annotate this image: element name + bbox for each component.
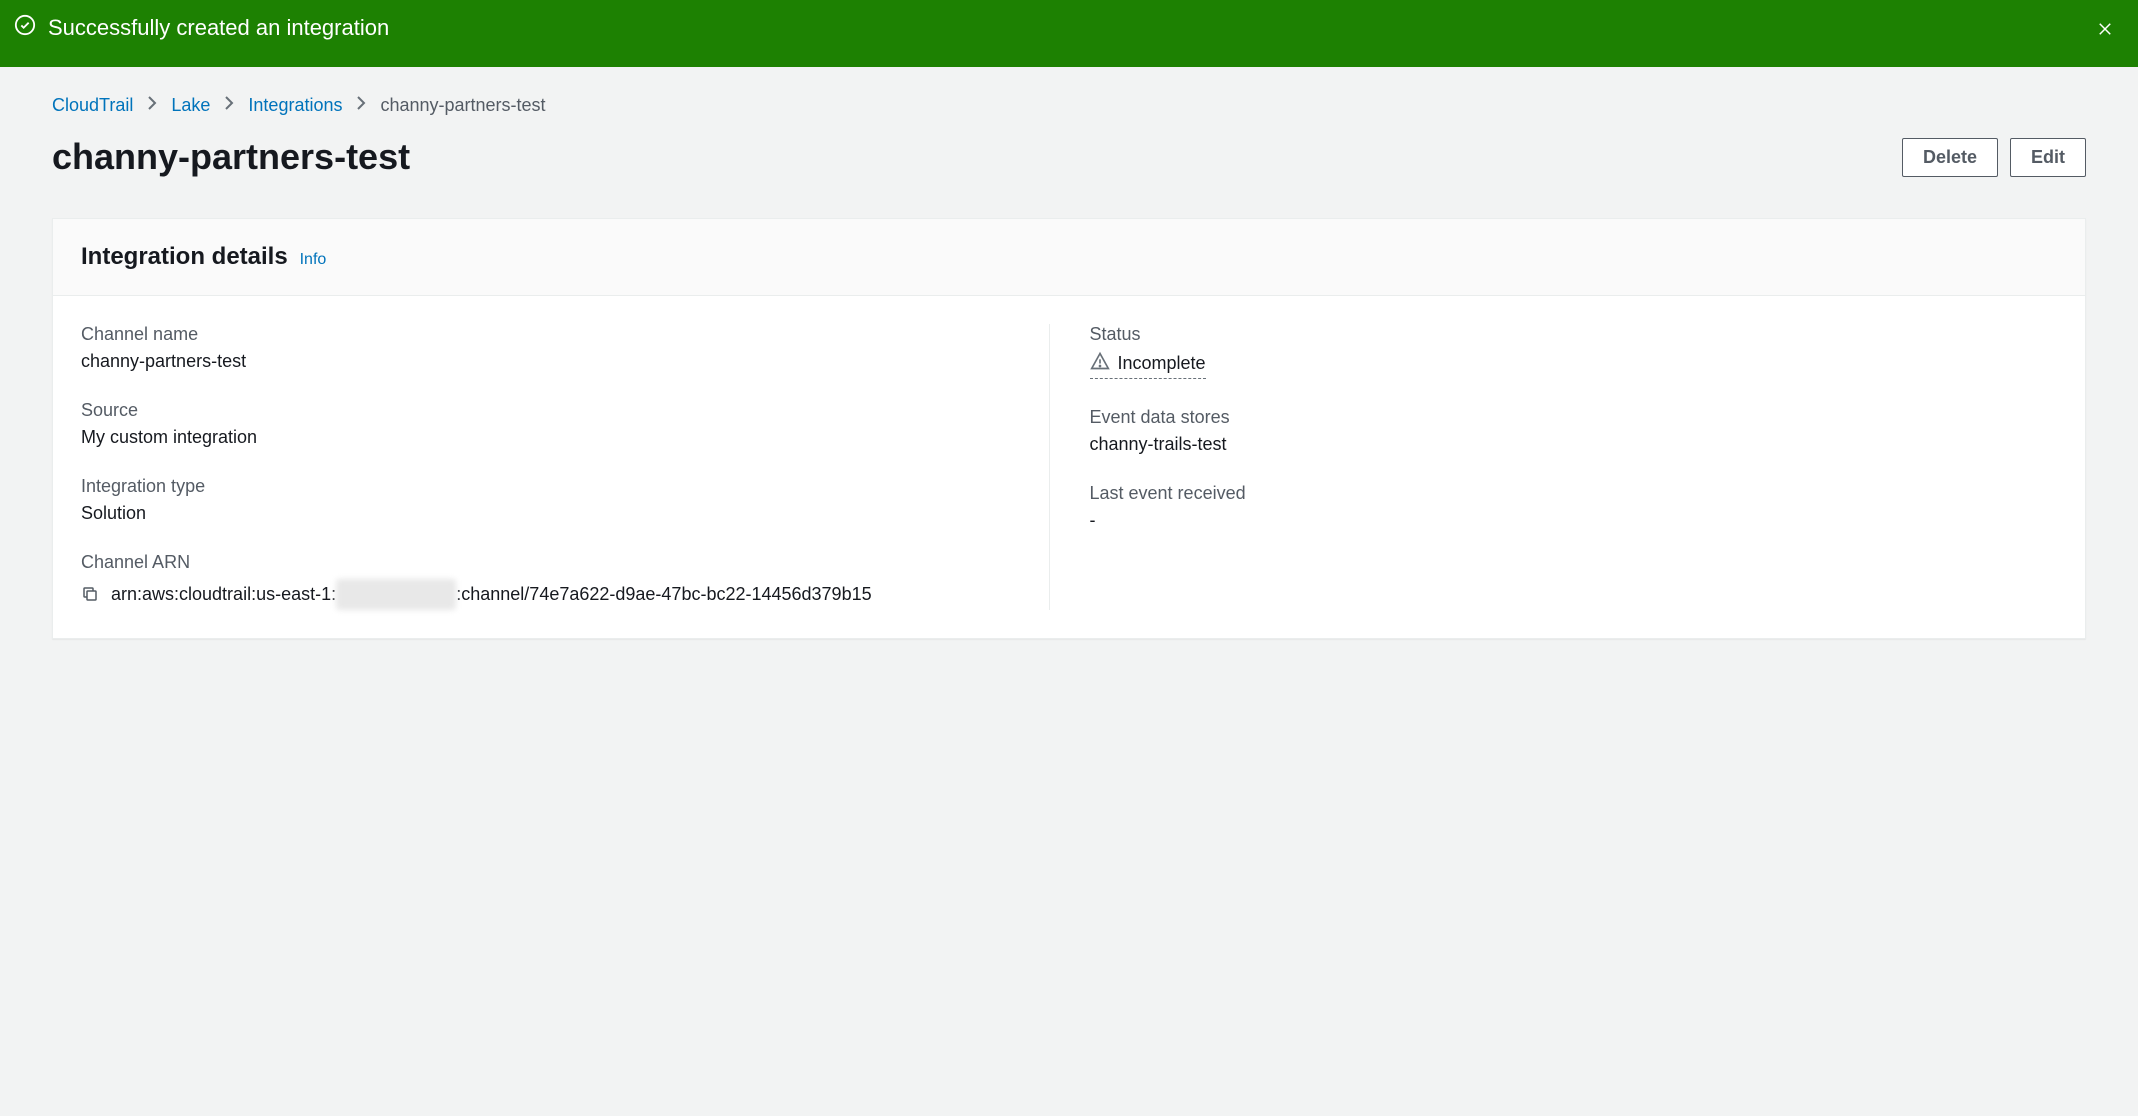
status-label: Status <box>1090 324 2018 345</box>
status-value: Incomplete <box>1118 353 1206 374</box>
channel-name-label: Channel name <box>81 324 1009 345</box>
integration-details-panel: Integration details Info Channel name ch… <box>52 218 2086 639</box>
success-flash: Successfully created an integration <box>0 0 2138 67</box>
warning-triangle-icon <box>1090 351 1110 376</box>
info-link[interactable]: Info <box>300 251 327 268</box>
source-label: Source <box>81 400 1009 421</box>
channel-arn-label: Channel ARN <box>81 552 1009 573</box>
close-icon[interactable] <box>2092 16 2118 45</box>
channel-name-value: channy-partners-test <box>81 351 1009 372</box>
integration-type-label: Integration type <box>81 476 1009 497</box>
header-actions: Delete Edit <box>1902 138 2086 177</box>
status-badge: Incomplete <box>1090 351 1206 379</box>
breadcrumb-current: channy-partners-test <box>380 95 545 116</box>
details-right-column: Status Incomplete Event data stores <box>1049 324 2058 610</box>
panel-title: Integration details <box>81 243 288 270</box>
details-left-column: Channel name channy-partners-test Source… <box>81 324 1049 610</box>
chevron-right-icon <box>147 95 157 116</box>
breadcrumb-integrations[interactable]: Integrations <box>248 95 342 116</box>
integration-type-value: Solution <box>81 503 1009 524</box>
breadcrumb-lake[interactable]: Lake <box>171 95 210 116</box>
breadcrumb: CloudTrail Lake Integrations channy-part… <box>52 95 2086 116</box>
channel-arn-value: arn:aws:cloudtrail:us-east-1:29403037233… <box>81 579 1009 610</box>
page-title: channy-partners-test <box>52 136 410 178</box>
copy-icon[interactable] <box>81 579 99 610</box>
flash-message: Successfully created an integration <box>48 15 2080 41</box>
edit-button[interactable]: Edit <box>2010 138 2086 177</box>
page-header: channy-partners-test Delete Edit <box>52 136 2086 178</box>
event-data-stores-label: Event data stores <box>1090 407 2018 428</box>
delete-button[interactable]: Delete <box>1902 138 1998 177</box>
breadcrumb-cloudtrail[interactable]: CloudTrail <box>52 95 133 116</box>
arn-redacted: 294030372333 <box>336 579 456 610</box>
arn-prefix: arn:aws:cloudtrail:us-east-1: <box>111 584 336 604</box>
last-event-received-label: Last event received <box>1090 483 2018 504</box>
chevron-right-icon <box>224 95 234 116</box>
success-check-icon <box>14 14 36 39</box>
panel-header: Integration details Info <box>53 219 2085 296</box>
chevron-right-icon <box>356 95 366 116</box>
event-data-stores-value: channy-trails-test <box>1090 434 2018 455</box>
arn-suffix: :channel/74e7a622-d9ae-47bc-bc22-14456d3… <box>456 584 871 604</box>
source-value: My custom integration <box>81 427 1009 448</box>
last-event-received-value: - <box>1090 510 2018 531</box>
